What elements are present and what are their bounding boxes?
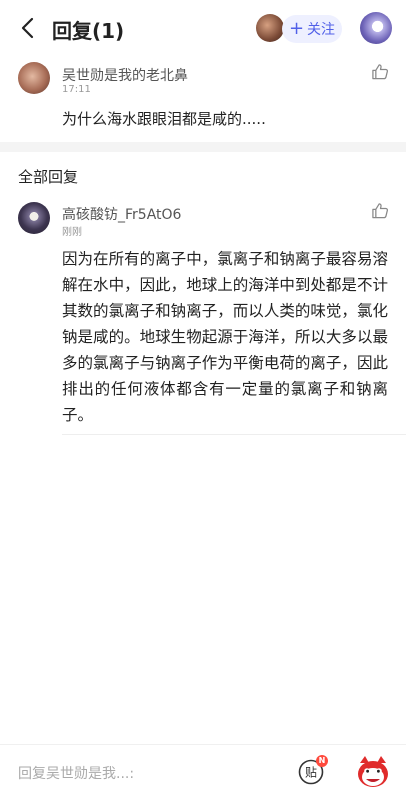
avatar[interactable] [18,202,50,234]
comment-username[interactable]: 吴世勋是我的老北鼻 [62,65,188,85]
follow-button[interactable]: + 关注 [282,15,342,43]
top-bar: 回复(1) + 关注 [0,0,406,56]
comment-time: 17:11 [62,84,91,95]
avatar[interactable] [18,62,50,94]
thumbs-up-icon[interactable] [370,62,390,82]
reply-username[interactable]: 高硋酸钫_Fr5AtO6 [62,204,181,224]
sticker-label: 贴 [305,766,317,780]
reply-input[interactable]: 回复吴世勋是我...: [18,763,278,783]
section-divider [0,142,406,152]
emoji-icon[interactable] [354,753,392,791]
follow-label: 关注 [307,22,336,38]
back-button[interactable] [14,14,42,42]
back-icon [21,17,34,39]
current-user-avatar[interactable] [360,12,392,44]
reply-item: 高硋酸钫_Fr5AtO6 刚刚 因为在所有的离子中，氯离子和钠离子最容易溶解在水… [0,194,406,444]
comment-text: 为什么海水跟眼泪都是咸的..... [62,110,266,128]
reply-text: 因为在所有的离子中，氯离子和钠离子最容易溶解在水中，因此，地球上的海洋中到处都是… [62,250,388,424]
plus-icon: + [288,18,305,39]
original-comment: 吴世勋是我的老北鼻 17:11 为什么海水跟眼泪都是咸的..... [0,56,406,142]
reply-bar: 回复吴世勋是我...: 贴 N [0,744,406,800]
thumbs-up-icon[interactable] [370,201,390,221]
page-title: 回复(1) [52,19,125,43]
new-badge: N [316,755,328,767]
reply-divider [62,434,406,435]
all-replies-heading: 全部回复 [18,168,79,186]
reply-time: 刚刚 [62,227,82,238]
author-avatar[interactable] [256,14,284,42]
